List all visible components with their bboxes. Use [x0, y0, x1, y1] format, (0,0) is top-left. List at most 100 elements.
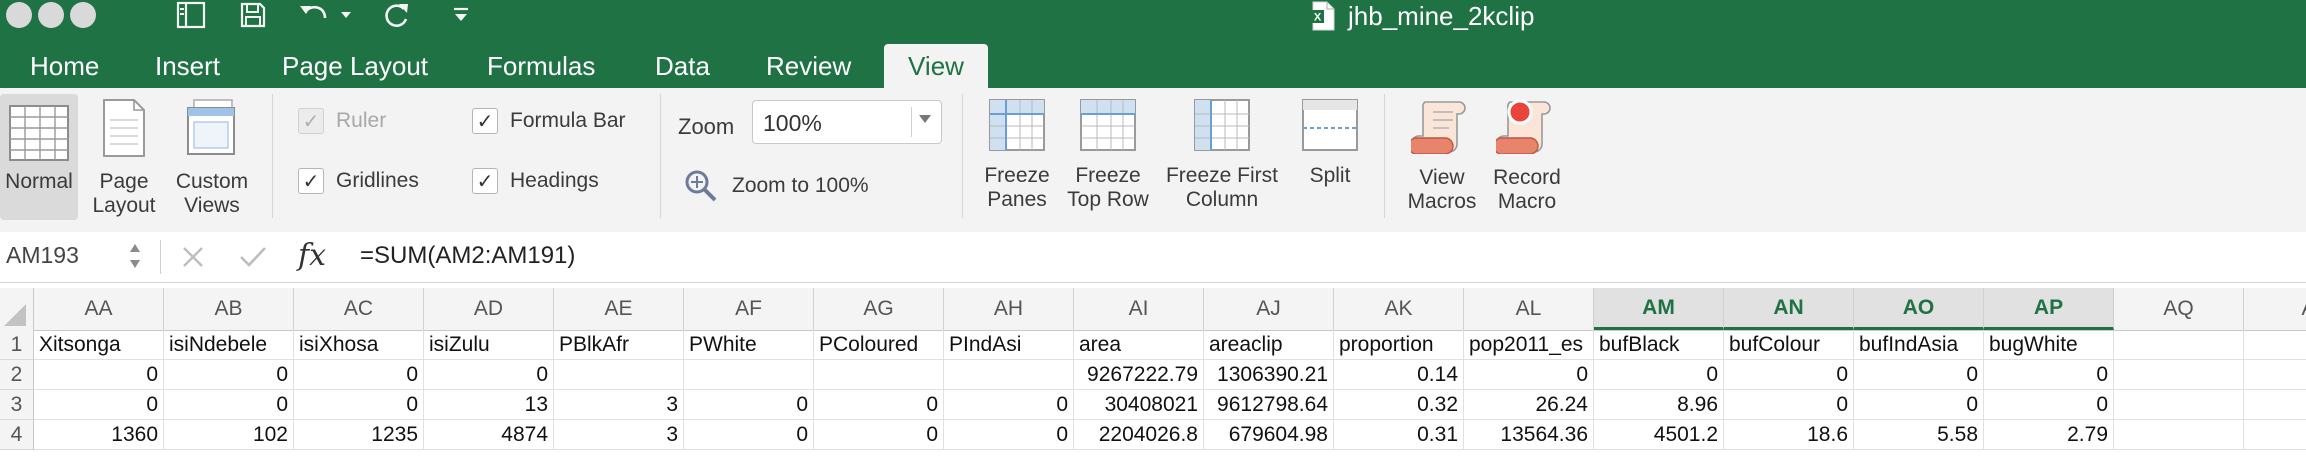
- cell-an1[interactable]: bufColour: [1724, 330, 1854, 360]
- cell-aj1[interactable]: areaclip: [1204, 330, 1334, 360]
- cell-ac2[interactable]: 0: [294, 360, 424, 390]
- cell-an4[interactable]: 18.6: [1724, 420, 1854, 450]
- cell-ah3[interactable]: 0: [944, 390, 1074, 420]
- split-button[interactable]: Split: [1292, 88, 1368, 188]
- cell-ag1[interactable]: PColoured: [814, 330, 944, 360]
- column-header-af[interactable]: AF: [684, 288, 814, 330]
- column-header-ai[interactable]: AI: [1074, 288, 1204, 330]
- cell-aa3[interactable]: 0: [34, 390, 164, 420]
- column-header-al[interactable]: AL: [1464, 288, 1594, 330]
- column-header-ae[interactable]: AE: [554, 288, 684, 330]
- cell-am4[interactable]: 4501.2: [1594, 420, 1724, 450]
- cell-an2[interactable]: 0: [1724, 360, 1854, 390]
- column-header-ad[interactable]: AD: [424, 288, 554, 330]
- cell-ag2[interactable]: [814, 360, 944, 390]
- column-header-an[interactable]: AN: [1724, 288, 1854, 330]
- cell-ad3[interactable]: 13: [424, 390, 554, 420]
- cell-ac1[interactable]: isiXhosa: [294, 330, 424, 360]
- cell-ai1[interactable]: area: [1074, 330, 1204, 360]
- cell-ak3[interactable]: 0.32: [1334, 390, 1464, 420]
- cell-aq3[interactable]: [2114, 390, 2244, 420]
- cell-ap2[interactable]: 0: [1984, 360, 2114, 390]
- tab-view[interactable]: View: [884, 44, 988, 88]
- freeze-first-column-button[interactable]: Freeze First Column: [1158, 88, 1286, 212]
- column-header-am[interactable]: AM: [1594, 288, 1724, 330]
- cell-aq2[interactable]: [2114, 360, 2244, 390]
- cell-al2[interactable]: 0: [1464, 360, 1594, 390]
- cell-a1[interactable]: [2244, 330, 2306, 360]
- row-header-4[interactable]: 4: [0, 420, 34, 450]
- cell-aq1[interactable]: [2114, 330, 2244, 360]
- cell-aa1[interactable]: Xitsonga: [34, 330, 164, 360]
- cell-ag4[interactable]: 0: [814, 420, 944, 450]
- tab-home[interactable]: Home: [30, 44, 99, 88]
- formula-bar-checkbox[interactable]: ✓ Formula Bar: [472, 108, 626, 134]
- cell-ab3[interactable]: 0: [164, 390, 294, 420]
- cell-ab4[interactable]: 102: [164, 420, 294, 450]
- cell-am3[interactable]: 8.96: [1594, 390, 1724, 420]
- cell-a2[interactable]: [2244, 360, 2306, 390]
- custom-views-button[interactable]: Custom Views: [170, 88, 254, 218]
- tab-formulas[interactable]: Formulas: [487, 44, 595, 88]
- insert-function-icon[interactable]: fx: [298, 238, 326, 273]
- undo-icon[interactable]: [296, 0, 332, 30]
- cell-ao3[interactable]: 0: [1854, 390, 1984, 420]
- name-box[interactable]: AM193: [6, 242, 79, 269]
- cell-am2[interactable]: 0: [1594, 360, 1724, 390]
- cell-ai2[interactable]: 9267222.79: [1074, 360, 1204, 390]
- cell-ap1[interactable]: bugWhite: [1984, 330, 2114, 360]
- cell-ai4[interactable]: 2204026.8: [1074, 420, 1204, 450]
- ruler-checkbox[interactable]: ✓ Ruler: [298, 108, 386, 134]
- close-window-button[interactable]: [6, 2, 32, 28]
- formula-input[interactable]: =SUM(AM2:AM191): [360, 242, 575, 270]
- cell-ae1[interactable]: PBlkAfr: [554, 330, 684, 360]
- cell-ap4[interactable]: 2.79: [1984, 420, 2114, 450]
- column-header-ap[interactable]: AP: [1984, 288, 2114, 330]
- cell-aj4[interactable]: 679604.98: [1204, 420, 1334, 450]
- view-macros-button[interactable]: View Macros: [1400, 88, 1484, 214]
- gridlines-checkbox[interactable]: ✓ Gridlines: [298, 168, 419, 194]
- column-header-a[interactable]: A: [2244, 288, 2306, 330]
- column-header-ac[interactable]: AC: [294, 288, 424, 330]
- cell-al1[interactable]: pop2011_es: [1464, 330, 1594, 360]
- cell-aq4[interactable]: [2114, 420, 2244, 450]
- zoom-to-100-button[interactable]: Zoom to 100%: [682, 168, 869, 204]
- redo-icon[interactable]: [380, 0, 414, 30]
- cell-ae4[interactable]: 3: [554, 420, 684, 450]
- cell-aj2[interactable]: 1306390.21: [1204, 360, 1334, 390]
- column-header-ag[interactable]: AG: [814, 288, 944, 330]
- cell-af3[interactable]: 0: [684, 390, 814, 420]
- row-header-2[interactable]: 2: [0, 360, 34, 390]
- cell-ai3[interactable]: 30408021: [1074, 390, 1204, 420]
- normal-view-button[interactable]: Normal: [0, 94, 78, 220]
- tab-page-layout[interactable]: Page Layout: [282, 44, 428, 88]
- cancel-icon[interactable]: [180, 244, 206, 270]
- cell-ak1[interactable]: proportion: [1334, 330, 1464, 360]
- cell-af1[interactable]: PWhite: [684, 330, 814, 360]
- column-header-aq[interactable]: AQ: [2114, 288, 2244, 330]
- cell-a4[interactable]: [2244, 420, 2306, 450]
- cell-ah2[interactable]: [944, 360, 1074, 390]
- tab-data[interactable]: Data: [655, 44, 710, 88]
- cell-ag3[interactable]: 0: [814, 390, 944, 420]
- cell-ab2[interactable]: 0: [164, 360, 294, 390]
- cell-ae3[interactable]: 3: [554, 390, 684, 420]
- freeze-panes-button[interactable]: Freeze Panes: [976, 88, 1058, 212]
- customize-toolbar-icon[interactable]: [450, 0, 472, 30]
- zoom-select[interactable]: 100%: [752, 100, 942, 144]
- cell-aa2[interactable]: 0: [34, 360, 164, 390]
- tab-review[interactable]: Review: [766, 44, 851, 88]
- zoom-window-button[interactable]: [70, 2, 96, 28]
- name-box-stepper-icon[interactable]: [128, 240, 142, 272]
- headings-checkbox[interactable]: ✓ Headings: [472, 168, 599, 194]
- cell-aa4[interactable]: 1360: [34, 420, 164, 450]
- cell-ac3[interactable]: 0: [294, 390, 424, 420]
- freeze-top-row-button[interactable]: Freeze Top Row: [1064, 88, 1152, 212]
- sidebar-toggle-icon[interactable]: [174, 0, 208, 30]
- cell-af4[interactable]: 0: [684, 420, 814, 450]
- cell-ah4[interactable]: 0: [944, 420, 1074, 450]
- record-macro-button[interactable]: Record Macro: [1486, 88, 1568, 214]
- undo-dropdown-icon[interactable]: [338, 0, 354, 30]
- row-header-3[interactable]: 3: [0, 390, 34, 420]
- cell-ah1[interactable]: PIndAsi: [944, 330, 1074, 360]
